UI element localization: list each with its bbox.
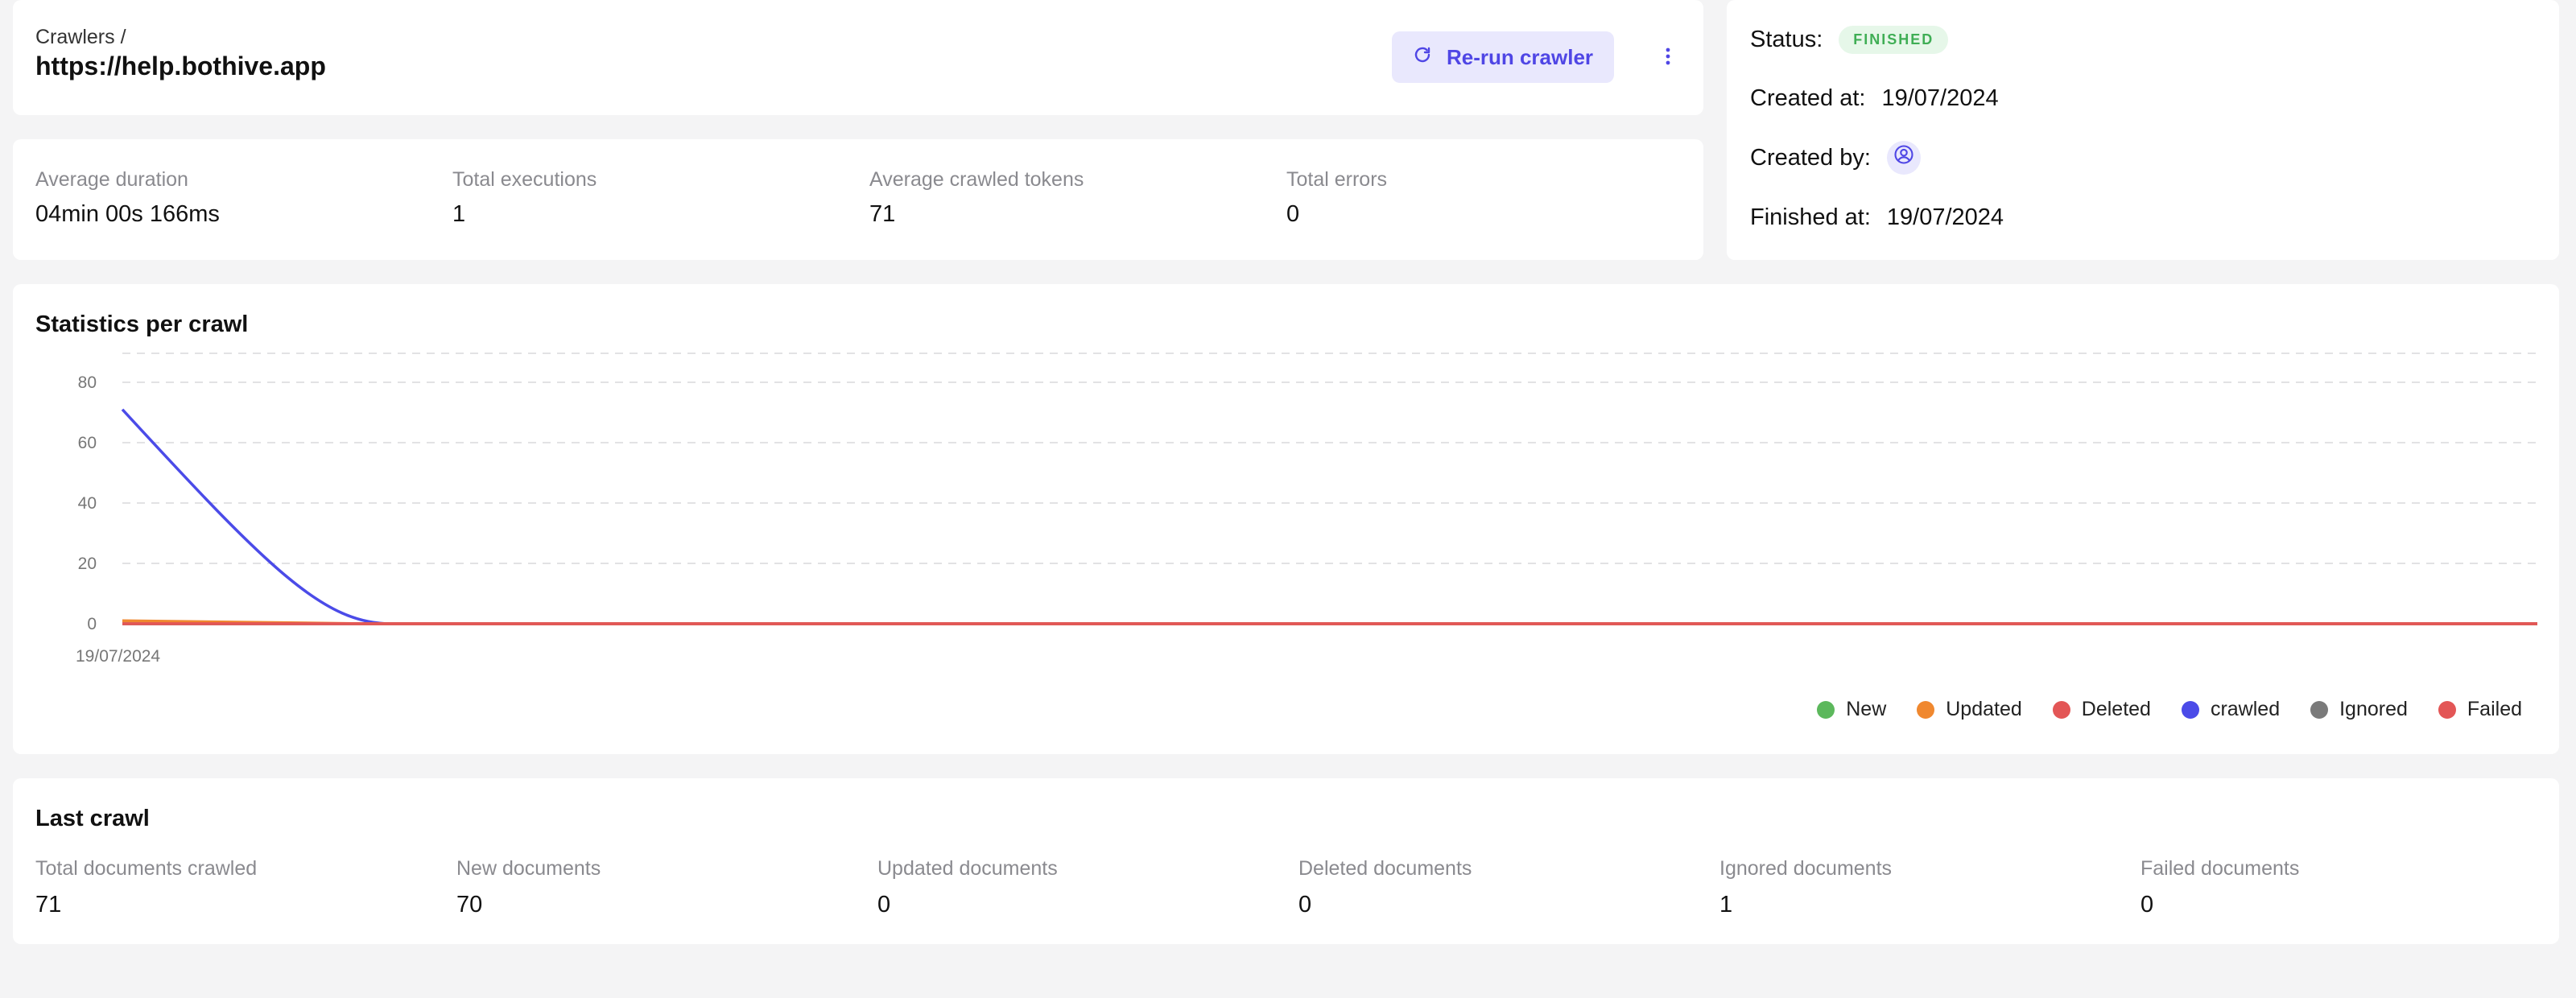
legend-dot	[2052, 700, 2070, 719]
created-at-label: Created at:	[1750, 85, 1866, 111]
last-crawl-ignored-documents: Ignored documents 1	[1719, 857, 1892, 918]
breadcrumb[interactable]: Crawlers /	[35, 26, 126, 49]
last-crawl-new-documents: New documents 70	[456, 857, 601, 918]
created-at-value: 19/07/2024	[1881, 85, 1999, 111]
stat-average-duration: Average duration 04min 00s 166ms	[35, 168, 220, 228]
last-crawl-value: 1	[1719, 892, 1733, 918]
rerun-crawler-label: Re-run crawler	[1446, 44, 1594, 69]
legend-dot	[1917, 700, 1935, 719]
last-crawl-label: Deleted documents	[1298, 857, 1472, 880]
stat-total-executions: Total executions 1	[452, 168, 597, 228]
legend-dot	[2438, 700, 2456, 719]
y-tick-label: 0	[87, 615, 97, 633]
legend-item-new[interactable]: New	[1817, 698, 1886, 721]
legend-item-crawled[interactable]: crawled	[2181, 698, 2281, 721]
status-label: Status:	[1750, 27, 1823, 52]
stat-label: Total errors	[1286, 168, 1388, 191]
stat-value: 71	[869, 201, 896, 227]
legend-dot	[2181, 700, 2199, 719]
header-card: Crawlers / https://help.bothive.app Re-r…	[13, 0, 1703, 115]
last-crawl-label: Total documents crawled	[35, 857, 258, 880]
legend-item-deleted[interactable]: Deleted	[2052, 698, 2151, 721]
y-tick-label: 20	[78, 555, 97, 573]
finished-at-row: Finished at: 19/07/2024	[1750, 204, 2004, 231]
rerun-crawler-button[interactable]: Re-run crawler	[1392, 31, 1614, 83]
chart-title: Statistics per crawl	[35, 311, 249, 337]
refresh-icon	[1413, 45, 1432, 70]
legend-label: Failed	[2467, 698, 2522, 720]
last-crawl-card: Last crawl Total documents crawled 71 Ne…	[13, 778, 2559, 944]
last-crawl-label: New documents	[456, 857, 601, 880]
last-crawl-total-documents: Total documents crawled 71	[35, 857, 257, 918]
stat-label: Average duration	[35, 168, 188, 191]
last-crawl-label: Failed documents	[2140, 857, 2300, 880]
last-crawl-updated-documents: Updated documents 0	[877, 857, 1058, 918]
last-crawl-deleted-documents: Deleted documents 0	[1298, 857, 1472, 918]
last-crawl-value: 71	[35, 892, 62, 918]
created-by-label: Created by:	[1750, 144, 1871, 171]
stat-label: Average crawled tokens	[869, 168, 1084, 191]
status-row: Status: FINISHED	[1750, 26, 1949, 54]
y-tick-label: 40	[78, 494, 97, 513]
page-title: https://help.bothive.app	[35, 52, 326, 80]
created-by-row: Created by:	[1750, 141, 1921, 175]
legend-dot	[2310, 700, 2329, 719]
legend-label: Ignored	[2339, 698, 2408, 720]
statistics-chart-card: 0 20 40 60 80 19/07/2024 Statistics per crawl…	[13, 284, 2559, 754]
last-crawl-value: 0	[877, 892, 891, 918]
stat-value: 1	[452, 201, 466, 227]
y-tick-label: 80	[78, 373, 97, 392]
stat-average-crawled-tokens: Average crawled tokens 71	[869, 168, 1084, 228]
user-circle-icon	[1893, 143, 1915, 172]
legend-label: New	[1846, 698, 1887, 720]
legend-dot	[1817, 700, 1835, 719]
summary-stats-card: Average duration 04min 00s 166ms Total e…	[13, 139, 1703, 260]
status-badge: FINISHED	[1839, 26, 1949, 54]
legend-label: Updated	[1946, 698, 2022, 720]
status-card: Status: FINISHED Created at: 19/07/2024 …	[1727, 0, 2559, 260]
last-crawl-value: 0	[1298, 892, 1312, 918]
statistics-chart: 0 20 40 60 80 19/07/2024	[76, 353, 2537, 666]
last-crawl-failed-documents: Failed documents 0	[2140, 857, 2299, 918]
stat-total-errors: Total errors 0	[1286, 168, 1387, 228]
finished-at-value: 19/07/2024	[1886, 204, 2004, 230]
finished-at-label: Finished at:	[1750, 204, 1871, 230]
stat-label: Total executions	[452, 168, 597, 191]
more-vertical-icon	[1665, 47, 1671, 70]
y-tick-label: 60	[78, 434, 97, 452]
legend-item-ignored[interactable]: Ignored	[2310, 698, 2408, 721]
legend-label: Deleted	[2081, 698, 2151, 720]
last-crawl-value: 0	[2140, 892, 2154, 918]
legend-item-updated[interactable]: Updated	[1917, 698, 2022, 721]
more-options-button[interactable]	[1651, 39, 1685, 77]
last-crawl-label: Updated documents	[877, 857, 1058, 880]
legend-item-failed[interactable]: Failed	[2438, 698, 2522, 721]
legend-label: crawled	[2210, 698, 2281, 720]
stat-value: 04min 00s 166ms	[35, 201, 220, 227]
stat-value: 0	[1286, 201, 1300, 227]
avatar[interactable]	[1886, 141, 1921, 175]
last-crawl-value: 70	[456, 892, 483, 918]
series-line-crawled	[121, 408, 2537, 625]
created-at-row: Created at: 19/07/2024	[1750, 85, 1999, 112]
last-crawl-label: Ignored documents	[1719, 857, 1893, 880]
x-tick-label: 19/07/2024	[76, 647, 160, 666]
chart-legend: New Updated Deleted crawled Ignored Failed	[1817, 698, 2522, 721]
last-crawl-title: Last crawl	[35, 806, 150, 831]
